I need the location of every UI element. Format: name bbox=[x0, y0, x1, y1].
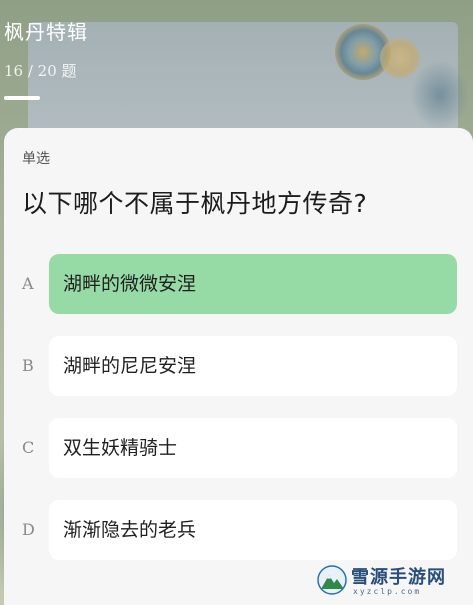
option-letter: C bbox=[22, 438, 35, 457]
option-letter: D bbox=[22, 520, 35, 539]
background-foliage bbox=[410, 60, 470, 130]
progress-bar-fill bbox=[4, 96, 40, 100]
option-row-c: C 双生妖精骑士 bbox=[4, 418, 473, 478]
option-c-button[interactable]: 双生妖精骑士 bbox=[49, 418, 457, 478]
question-type-label: 单选 bbox=[22, 151, 50, 167]
watermark-name: 雪源手游网 bbox=[351, 567, 446, 588]
question-text: 以下哪个不属于枫丹地方传奇? bbox=[22, 189, 368, 218]
mountain-logo-icon bbox=[317, 565, 347, 595]
quiz-screen: 枫丹特辑 16 / 20 题 单选 以下哪个不属于枫丹地方传奇? A 湖畔的微微… bbox=[0, 0, 473, 605]
site-watermark: 雪源手游网 xyzclp.com bbox=[317, 563, 467, 599]
option-row-a: A 湖畔的微微安涅 bbox=[4, 254, 473, 314]
option-letter: B bbox=[22, 356, 34, 375]
watermark-url: xyzclp.com bbox=[353, 587, 422, 596]
progress-bar bbox=[4, 96, 444, 100]
option-row-d: D 渐渐隐去的老兵 bbox=[4, 500, 473, 560]
option-a-button[interactable]: 湖畔的微微安涅 bbox=[49, 254, 457, 314]
option-letter: A bbox=[22, 274, 34, 293]
decorative-medallion-icon bbox=[380, 38, 420, 78]
quiz-title: 枫丹特辑 bbox=[4, 20, 88, 44]
question-card: 单选 以下哪个不属于枫丹地方传奇? A 湖畔的微微安涅 B 湖畔的尼尼安涅 C … bbox=[4, 128, 473, 605]
option-row-b: B 湖畔的尼尼安涅 bbox=[4, 336, 473, 396]
question-counter: 16 / 20 题 bbox=[4, 62, 77, 80]
option-b-button[interactable]: 湖畔的尼尼安涅 bbox=[49, 336, 457, 396]
option-d-button[interactable]: 渐渐隐去的老兵 bbox=[49, 500, 457, 560]
